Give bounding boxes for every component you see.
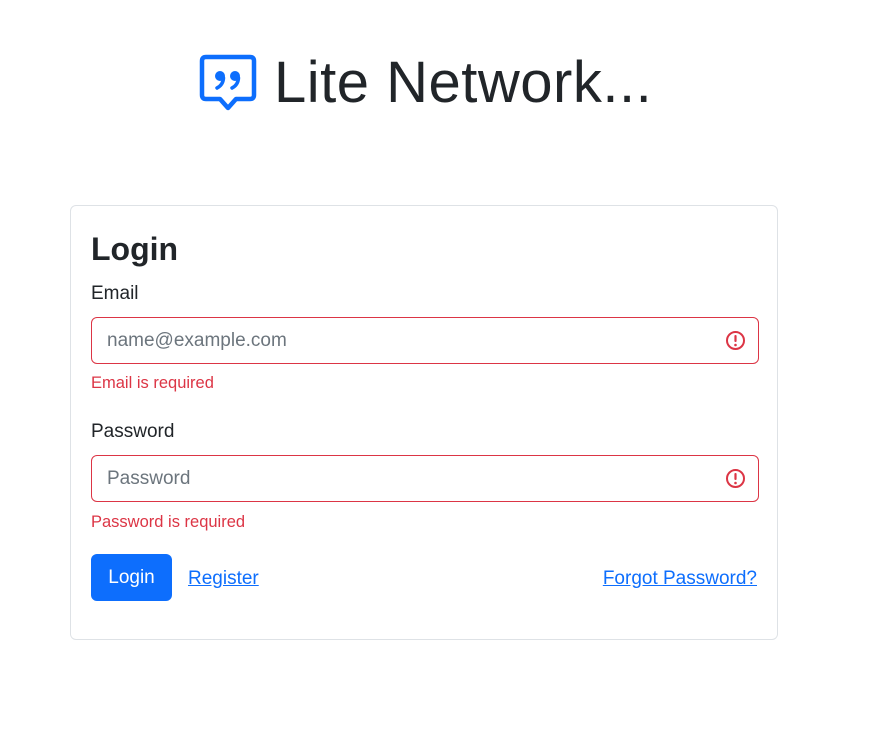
- error-icon: [726, 331, 745, 350]
- password-field[interactable]: [91, 455, 759, 502]
- forgot-password-link[interactable]: Forgot Password?: [603, 567, 757, 591]
- error-icon: [726, 469, 745, 488]
- register-link[interactable]: Register: [188, 567, 259, 591]
- login-title: Login: [91, 231, 179, 267]
- password-label: Password: [91, 421, 175, 442]
- email-label: Email: [91, 283, 139, 304]
- password-error-message: Password is required: [91, 513, 246, 531]
- login-button[interactable]: Login: [91, 554, 172, 601]
- app-title: Lite Network...: [274, 50, 653, 115]
- password-field-wrapper: [91, 455, 759, 502]
- email-field-wrapper: [91, 317, 759, 364]
- brand-header: Lite Network...: [196, 48, 652, 118]
- login-card: Login Email Email is required Password P…: [70, 205, 778, 640]
- quote-chat-icon: [199, 54, 257, 111]
- email-field[interactable]: [91, 317, 759, 364]
- email-error-message: Email is required: [91, 374, 214, 392]
